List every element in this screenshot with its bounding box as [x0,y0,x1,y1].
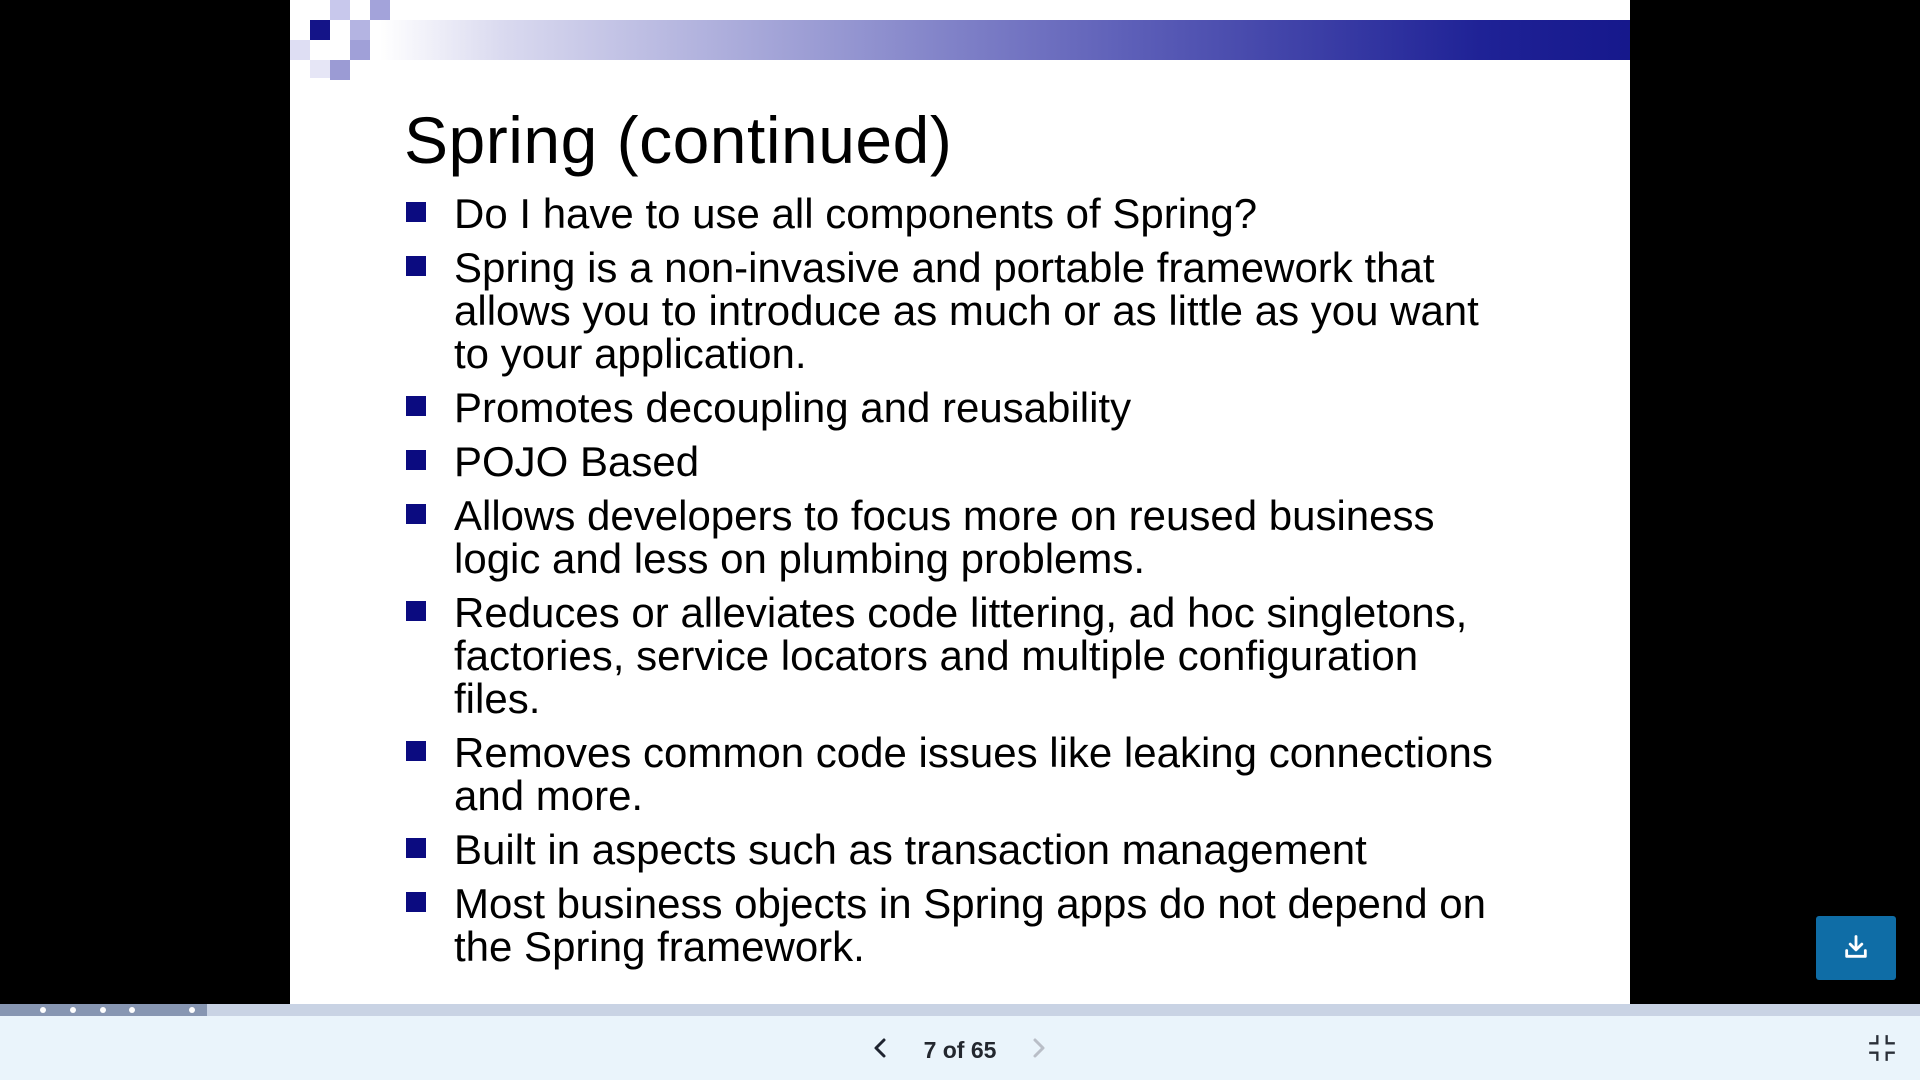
slide: Spring (continued) Do I have to use all … [290,0,1630,1004]
progress-tick [189,1007,195,1013]
chevron-right-icon [1026,1036,1050,1063]
decor-square [290,40,310,60]
next-page-button[interactable] [1018,1029,1058,1069]
progress-tick [100,1007,106,1013]
bullet-item: Removes common code issues like leaking … [406,731,1516,817]
download-button[interactable] [1816,916,1896,980]
download-icon [1842,933,1870,964]
slide-title: Spring (continued) [404,103,953,177]
bullet-item: Most business objects in Spring apps do … [406,882,1516,968]
chevron-left-icon [869,1036,893,1063]
bottom-toolbar: 7 of 65 [0,1016,1920,1080]
decor-square [310,20,330,40]
bullet-item: Do I have to use all components of Sprin… [406,192,1516,235]
page-indicator: 7 of 65 [923,1037,997,1063]
exit-fullscreen-button[interactable] [1862,1029,1902,1069]
previous-page-button[interactable] [861,1029,901,1069]
progress-tick [40,1007,46,1013]
progress-tick [70,1007,76,1013]
decor-square [370,0,390,20]
progress-tick [129,1007,135,1013]
bullet-item: POJO Based [406,440,1516,483]
decor-square [350,20,370,40]
exit-fullscreen-icon [1868,1034,1896,1065]
decor-square [330,60,350,80]
progress-track[interactable] [0,1004,1920,1016]
bullet-item: Promotes decoupling and reusability [406,386,1516,429]
decor-square [350,40,370,60]
bullet-item: Reduces or alleviates code littering, ad… [406,591,1516,720]
bullet-item: Allows developers to focus more on reuse… [406,494,1516,580]
slide-header-bar [380,20,1630,60]
bullet-item: Built in aspects such as transaction man… [406,828,1516,871]
bullet-item: Spring is a non-invasive and portable fr… [406,246,1516,375]
slide-viewer: Spring (continued) Do I have to use all … [0,0,1920,1004]
bullet-list: Do I have to use all components of Sprin… [406,192,1516,979]
decor-square [310,60,330,78]
decor-square [330,0,350,20]
